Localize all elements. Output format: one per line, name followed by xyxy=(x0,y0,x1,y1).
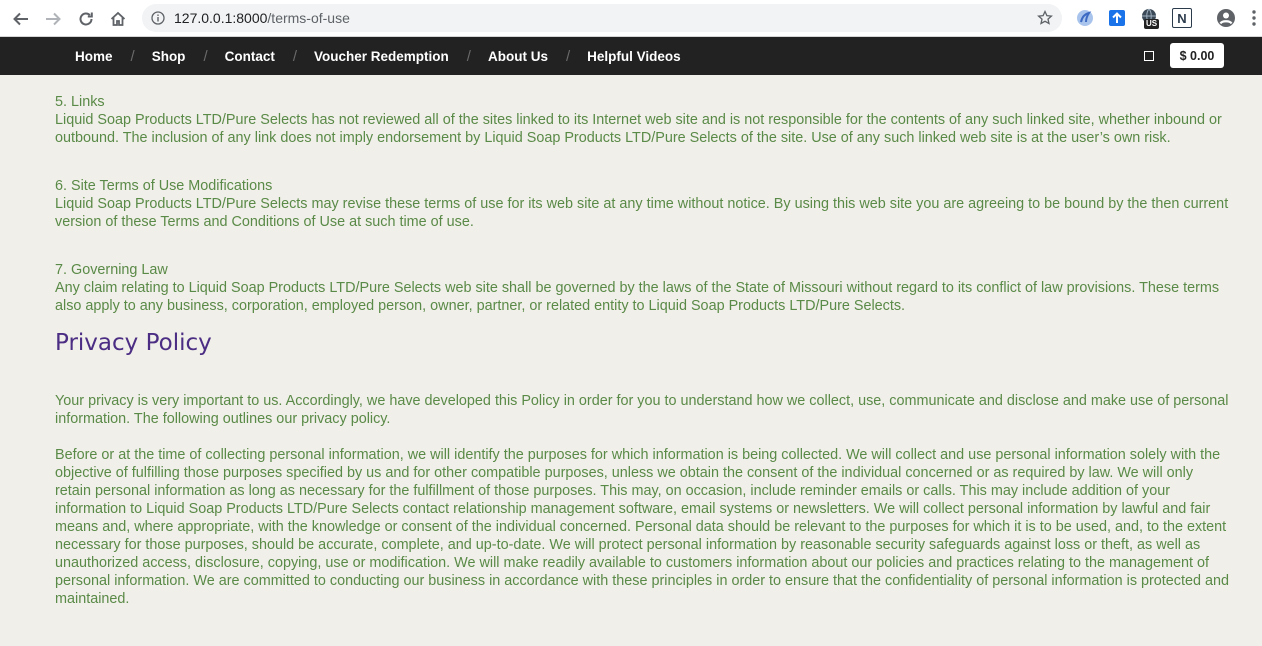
section-title: 7. Governing Law xyxy=(55,262,168,278)
section-body: Liquid Soap Products LTD/Pure Selects ma… xyxy=(55,196,1229,230)
section-title: 6. Site Terms of Use Modifications xyxy=(55,178,273,194)
browser-menu-icon[interactable] xyxy=(1250,8,1258,28)
privacy-paragraph: Before or at the time of collecting pers… xyxy=(55,447,1230,607)
site-navbar: Home / Shop / Contact / Voucher Redempti… xyxy=(0,37,1262,75)
section-body: Liquid Soap Products LTD/Pure Selects ha… xyxy=(55,112,1222,146)
n-extension-icon[interactable]: N xyxy=(1172,8,1192,28)
address-bar[interactable]: 127.0.0.1:8000/terms-of-use xyxy=(142,4,1062,32)
url-host: 127.0.0.1:8000 xyxy=(174,10,268,26)
nav-separator: / xyxy=(466,47,471,65)
upload-arrow-extension-icon[interactable] xyxy=(1107,8,1127,28)
reload-button[interactable] xyxy=(75,8,97,30)
home-icon xyxy=(110,11,126,26)
url-text: 127.0.0.1:8000/terms-of-use xyxy=(174,10,350,26)
back-arrow-icon xyxy=(13,12,28,26)
browser-toolbar: 127.0.0.1:8000/terms-of-use US N xyxy=(0,0,1262,37)
nav-voucher-redemption[interactable]: Voucher Redemption xyxy=(314,49,449,64)
page-content: 5. Links Liquid Soap Products LTD/Pure S… xyxy=(55,93,1230,626)
nav-helpful-videos[interactable]: Helpful Videos xyxy=(587,49,681,64)
url-path: /terms-of-use xyxy=(267,10,350,26)
nav-about-us[interactable]: About Us xyxy=(488,49,548,64)
terms-section-modifications: 6. Site Terms of Use Modifications Liqui… xyxy=(55,177,1230,231)
forward-arrow-icon xyxy=(46,12,61,26)
terms-section-governing-law: 7. Governing Law Any claim relating to L… xyxy=(55,261,1230,315)
cart-icon[interactable] xyxy=(1144,51,1154,61)
nav-separator: / xyxy=(292,47,298,65)
home-button[interactable] xyxy=(107,8,129,30)
vpn-globe-extension-icon[interactable]: US xyxy=(1140,8,1160,29)
cart-total-button[interactable]: $ 0.00 xyxy=(1170,43,1224,68)
bookmark-star-icon[interactable] xyxy=(1037,10,1053,26)
profile-avatar-icon[interactable] xyxy=(1216,8,1236,28)
site-info-icon[interactable] xyxy=(151,11,165,25)
main-menu: Home / Shop / Contact / Voucher Redempti… xyxy=(75,37,681,75)
section-title: 5. Links xyxy=(55,94,105,110)
nav-shop[interactable]: Shop xyxy=(152,49,186,64)
n-extension-label: N xyxy=(1177,10,1187,26)
nav-home[interactable]: Home xyxy=(75,49,113,64)
privacy-paragraph: Your privacy is very important to us. Ac… xyxy=(55,393,1229,427)
reload-icon xyxy=(79,12,93,26)
terms-section-links: 5. Links Liquid Soap Products LTD/Pure S… xyxy=(55,93,1230,147)
blue-swirl-extension-icon[interactable] xyxy=(1075,8,1095,28)
section-body: Any claim relating to Liquid Soap Produc… xyxy=(55,280,1220,314)
nav-contact[interactable]: Contact xyxy=(225,49,275,64)
vpn-badge: US xyxy=(1144,19,1160,29)
forward-button[interactable] xyxy=(42,8,64,30)
privacy-policy-heading: Privacy Policy xyxy=(55,330,212,356)
nav-separator: / xyxy=(130,47,135,65)
nav-separator: / xyxy=(565,47,571,65)
nav-separator: / xyxy=(203,47,208,65)
back-button[interactable] xyxy=(10,8,32,30)
